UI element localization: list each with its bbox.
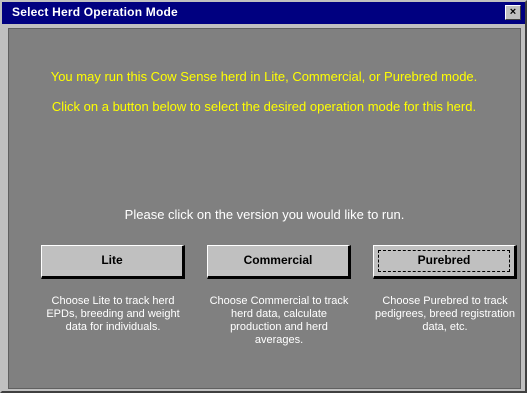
lite-button[interactable]: Lite xyxy=(41,245,185,279)
close-icon[interactable]: × xyxy=(505,5,521,20)
lite-description: Choose Lite to track herd EPDs, breeding… xyxy=(46,295,180,333)
commercial-button[interactable]: Commercial xyxy=(207,245,351,279)
lite-button-label: Lite xyxy=(101,253,123,267)
title-bar[interactable]: Select Herd Operation Mode × xyxy=(2,2,525,24)
intro-text: You may run this Cow Sense herd in Lite,… xyxy=(49,69,479,129)
intro-line-1: You may run this Cow Sense herd in Lite,… xyxy=(50,69,478,84)
mode-dialog: Select Herd Operation Mode × You may run… xyxy=(0,0,527,393)
purebred-button[interactable]: Purebred xyxy=(373,245,517,279)
version-prompt: Please click on the version you would li… xyxy=(124,207,405,222)
dialog-body: You may run this Cow Sense herd in Lite,… xyxy=(8,28,521,389)
commercial-button-label: Commercial xyxy=(243,253,313,267)
commercial-description: Choose Commercial to track herd data, ca… xyxy=(209,295,349,346)
focus-ring xyxy=(378,250,510,272)
purebred-description: Choose Purebred to track pedigrees, bree… xyxy=(374,295,516,333)
window-title: Select Herd Operation Mode xyxy=(12,5,178,19)
intro-line-2: Click on a button below to select the de… xyxy=(51,99,477,114)
